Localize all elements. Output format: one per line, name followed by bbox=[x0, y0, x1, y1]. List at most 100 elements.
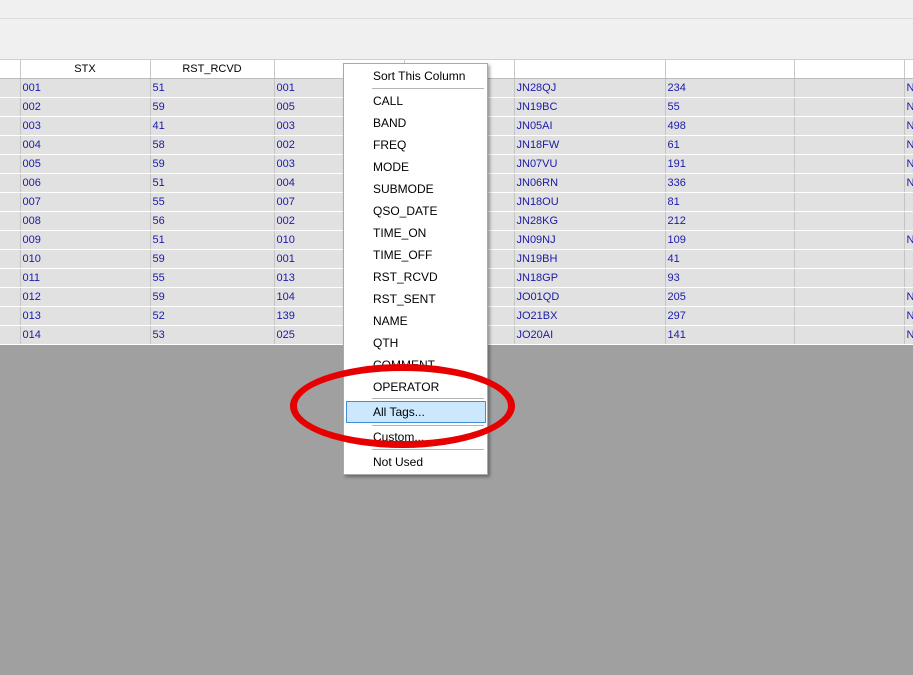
table-cell[interactable]: N bbox=[904, 287, 913, 307]
table-cell[interactable]: 003 bbox=[20, 116, 151, 136]
table-cell[interactable]: N bbox=[904, 154, 913, 174]
table-cell[interactable]: 58 bbox=[150, 135, 275, 155]
table-cell[interactable]: 59 bbox=[150, 287, 275, 307]
table-cell[interactable] bbox=[0, 154, 21, 174]
table-cell[interactable]: 41 bbox=[150, 116, 275, 136]
menu-item-qso-date[interactable]: QSO_DATE bbox=[373, 201, 437, 221]
table-cell[interactable] bbox=[0, 268, 21, 288]
table-cell[interactable] bbox=[794, 287, 905, 307]
table-cell[interactable] bbox=[794, 306, 905, 326]
column-header[interactable] bbox=[794, 60, 905, 79]
table-cell[interactable]: N bbox=[904, 325, 913, 345]
column-header[interactable] bbox=[514, 60, 666, 79]
table-cell[interactable]: N bbox=[904, 173, 913, 193]
table-cell[interactable]: JO20AI bbox=[514, 325, 666, 345]
table-cell[interactable]: JN18GP bbox=[514, 268, 666, 288]
menu-item-time-on[interactable]: TIME_ON bbox=[373, 223, 426, 243]
table-cell[interactable] bbox=[0, 306, 21, 326]
table-cell[interactable]: 010 bbox=[20, 249, 151, 269]
table-cell[interactable] bbox=[0, 97, 21, 117]
table-cell[interactable]: JN07VU bbox=[514, 154, 666, 174]
table-cell[interactable] bbox=[0, 116, 21, 136]
table-cell[interactable] bbox=[794, 192, 905, 212]
table-cell[interactable]: 002 bbox=[20, 97, 151, 117]
table-cell[interactable]: JN06RN bbox=[514, 173, 666, 193]
table-cell[interactable] bbox=[904, 211, 913, 231]
table-cell[interactable]: 61 bbox=[665, 135, 795, 155]
table-cell[interactable]: JO21BX bbox=[514, 306, 666, 326]
table-cell[interactable]: 56 bbox=[150, 211, 275, 231]
table-cell[interactable]: 59 bbox=[150, 97, 275, 117]
table-cell[interactable]: 51 bbox=[150, 78, 275, 98]
table-cell[interactable]: JN28KG bbox=[514, 211, 666, 231]
table-cell[interactable]: N bbox=[904, 78, 913, 98]
menu-item-mode[interactable]: MODE bbox=[373, 157, 409, 177]
table-cell[interactable]: 51 bbox=[150, 173, 275, 193]
table-cell[interactable]: 191 bbox=[665, 154, 795, 174]
table-cell[interactable] bbox=[0, 78, 21, 98]
table-cell[interactable]: 55 bbox=[150, 192, 275, 212]
menu-item-call[interactable]: CALL bbox=[373, 91, 403, 111]
column-header[interactable] bbox=[904, 60, 913, 79]
menu-item-operator[interactable]: OPERATOR bbox=[373, 377, 439, 397]
table-cell[interactable] bbox=[794, 97, 905, 117]
table-cell[interactable]: JN18OU bbox=[514, 192, 666, 212]
table-cell[interactable]: 93 bbox=[665, 268, 795, 288]
table-cell[interactable]: JN09NJ bbox=[514, 230, 666, 250]
menu-item-all-tags[interactable]: All Tags... bbox=[373, 402, 425, 422]
sort-column-item[interactable]: Sort This Column bbox=[373, 66, 465, 86]
table-cell[interactable] bbox=[0, 230, 21, 250]
table-cell[interactable]: 004 bbox=[20, 135, 151, 155]
menu-item-qth[interactable]: QTH bbox=[373, 333, 398, 353]
table-cell[interactable] bbox=[794, 78, 905, 98]
table-cell[interactable] bbox=[0, 287, 21, 307]
table-cell[interactable]: 007 bbox=[20, 192, 151, 212]
table-cell[interactable]: 498 bbox=[665, 116, 795, 136]
table-cell[interactable]: 109 bbox=[665, 230, 795, 250]
menu-item-rst-sent[interactable]: RST_SENT bbox=[373, 289, 436, 309]
table-cell[interactable]: JN05AI bbox=[514, 116, 666, 136]
table-cell[interactable]: N bbox=[904, 116, 913, 136]
table-cell[interactable]: 212 bbox=[665, 211, 795, 231]
table-cell[interactable]: 297 bbox=[665, 306, 795, 326]
table-cell[interactable]: 006 bbox=[20, 173, 151, 193]
table-cell[interactable]: 141 bbox=[665, 325, 795, 345]
menu-item-submode[interactable]: SUBMODE bbox=[373, 179, 434, 199]
table-cell[interactable] bbox=[904, 268, 913, 288]
table-cell[interactable]: JN19BH bbox=[514, 249, 666, 269]
table-cell[interactable] bbox=[0, 211, 21, 231]
table-cell[interactable]: JN28QJ bbox=[514, 78, 666, 98]
table-cell[interactable]: 011 bbox=[20, 268, 151, 288]
table-cell[interactable]: 234 bbox=[665, 78, 795, 98]
menu-item-name[interactable]: NAME bbox=[373, 311, 408, 331]
table-cell[interactable] bbox=[794, 116, 905, 136]
table-cell[interactable]: 008 bbox=[20, 211, 151, 231]
table-cell[interactable]: N bbox=[904, 306, 913, 326]
menu-item-freq[interactable]: FREQ bbox=[373, 135, 406, 155]
table-cell[interactable] bbox=[0, 325, 21, 345]
column-header[interactable] bbox=[665, 60, 795, 79]
table-cell[interactable] bbox=[0, 135, 21, 155]
table-cell[interactable] bbox=[794, 230, 905, 250]
menu-item-comment[interactable]: COMMENT bbox=[373, 355, 435, 375]
table-cell[interactable] bbox=[794, 325, 905, 345]
table-cell[interactable]: 53 bbox=[150, 325, 275, 345]
table-cell[interactable]: 59 bbox=[150, 249, 275, 269]
table-cell[interactable]: 81 bbox=[665, 192, 795, 212]
table-cell[interactable]: 51 bbox=[150, 230, 275, 250]
table-cell[interactable]: 001 bbox=[20, 78, 151, 98]
table-cell[interactable]: 336 bbox=[665, 173, 795, 193]
table-cell[interactable]: N bbox=[904, 230, 913, 250]
menu-item-custom[interactable]: Custom... bbox=[373, 427, 424, 447]
table-cell[interactable]: JN19BC bbox=[514, 97, 666, 117]
menu-item-not-used[interactable]: Not Used bbox=[373, 452, 423, 472]
table-cell[interactable] bbox=[794, 173, 905, 193]
table-cell[interactable] bbox=[0, 173, 21, 193]
column-header[interactable]: RST_RCVD bbox=[150, 60, 275, 79]
table-cell[interactable] bbox=[794, 135, 905, 155]
table-cell[interactable]: 205 bbox=[665, 287, 795, 307]
table-cell[interactable] bbox=[0, 192, 21, 212]
table-cell[interactable]: 009 bbox=[20, 230, 151, 250]
table-cell[interactable]: 55 bbox=[150, 268, 275, 288]
table-cell[interactable]: 55 bbox=[665, 97, 795, 117]
